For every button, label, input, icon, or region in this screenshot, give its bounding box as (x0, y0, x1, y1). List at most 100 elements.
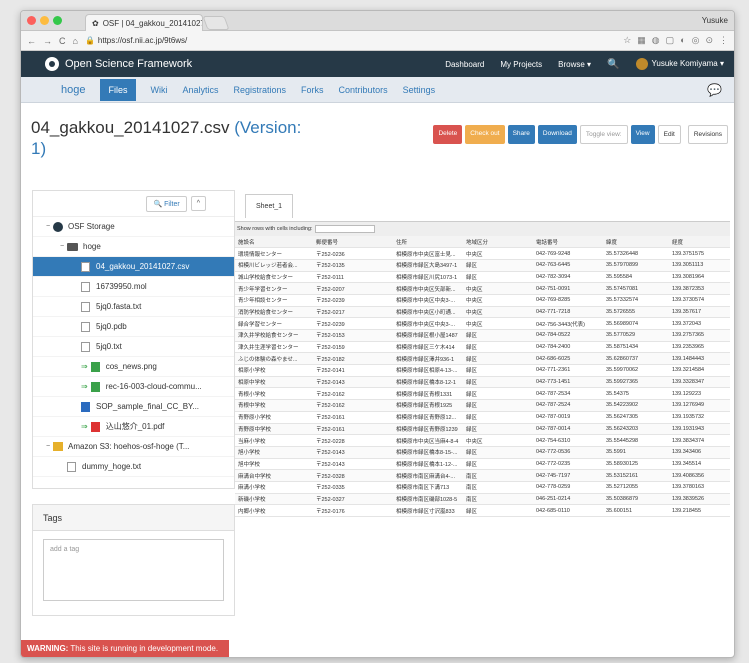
table-cell: 35.5770529 (603, 329, 669, 342)
tree-row[interactable]: dummy_hoge.txt (33, 457, 234, 477)
tab-analytics[interactable]: Analytics (183, 85, 219, 95)
collapse-toggle-icon[interactable]: − (43, 223, 53, 230)
tree-row[interactable]: ⇒ cos_news.png (33, 357, 234, 377)
table-cell: 相模原市緑区橋本8-15-... (393, 446, 463, 459)
download-button[interactable]: Download (537, 125, 577, 144)
table-cell: 042-751-0091 (533, 282, 603, 295)
collapse-toggle-icon[interactable]: − (43, 443, 53, 450)
tree-row[interactable]: ⇒ rec-16-003-cloud-commu... (33, 377, 234, 397)
extension-icon[interactable]: ◐ (680, 35, 685, 46)
column-header[interactable]: 地域区分 (463, 236, 533, 249)
tree-row[interactable]: 5jq0.txt (33, 337, 234, 357)
edit-button[interactable]: Edit (657, 125, 681, 144)
close-window-button[interactable] (27, 16, 36, 25)
warning-strong: WARNING: (27, 644, 69, 653)
collapse-toggle-icon[interactable]: − (57, 243, 67, 250)
tree-row[interactable]: − Amazon S3: hoehos-osf-hoge (T... (33, 437, 234, 457)
checkout-button[interactable]: Check out (465, 125, 505, 144)
filter-button[interactable]: 🔍 Filter (146, 195, 187, 212)
user-menu[interactable]: Yusuke Komiyama ▾ (635, 58, 724, 70)
table-cell: 相模原市緑区橋本1-12-... (393, 458, 463, 471)
tree-row-label: 5jq0.txt (96, 342, 122, 351)
table-cell: 緑区 (463, 387, 533, 401)
nav-browse[interactable]: Browse ▾ (558, 60, 591, 69)
column-header[interactable]: 郵便番号 (313, 236, 393, 249)
share-button[interactable]: Share (507, 125, 535, 144)
extension-icon[interactable]: ◍ (652, 35, 660, 46)
browser-tab[interactable]: ✿ OSF | 04_gakkou_20141027.c × (85, 14, 203, 31)
tab-settings[interactable]: Settings (403, 85, 436, 95)
expand-arrow-icon[interactable]: ⇒ (81, 422, 88, 431)
view-button[interactable]: View (630, 125, 655, 144)
expand-arrow-icon[interactable]: ⇒ (81, 382, 88, 391)
tree-row[interactable]: − hoge (33, 237, 234, 257)
tree-row[interactable]: − OSF Storage (33, 217, 234, 237)
osf-brand[interactable]: Open Science Framework (45, 57, 192, 71)
bookmark-star-icon[interactable]: ☆ (623, 35, 631, 46)
table-cell: 35.62860737 (603, 352, 669, 366)
table-cell: 相模原市中央区小町通... (393, 306, 463, 319)
home-icon[interactable]: ⌂ (73, 36, 78, 46)
column-header[interactable]: 電話番号 (533, 236, 603, 249)
extension-icon[interactable]: ▢ (666, 35, 675, 46)
tree-row[interactable]: 5jq0.fasta.txt (33, 297, 234, 317)
column-header[interactable]: 経度 (669, 236, 730, 249)
tree-row[interactable]: 16739950.mol (33, 277, 234, 297)
reload-icon[interactable]: C (59, 36, 66, 46)
sheet-tab[interactable]: Sheet_1 (245, 194, 294, 218)
table-cell: 中央区 (463, 247, 533, 260)
back-icon[interactable]: ← (27, 36, 36, 46)
extension-icon[interactable]: ⊙ (705, 35, 713, 46)
row-filter-input[interactable] (314, 225, 375, 233)
table-cell: 139.3328347 (669, 376, 730, 389)
revisions-button[interactable]: Revisions (687, 125, 728, 144)
file-tree-toolbar: 🔍 Filter ^ (33, 191, 234, 217)
menu-icon[interactable]: ⋮ (719, 35, 728, 46)
table-cell: 〒252-0327 (313, 493, 393, 506)
expand-arrow-icon[interactable]: ⇒ (81, 362, 88, 371)
tab-contributors[interactable]: Contributors (339, 85, 388, 95)
nav-my-projects[interactable]: My Projects (500, 60, 542, 69)
column-header[interactable]: 緯度 (603, 236, 669, 249)
tag-input[interactable]: add a tag (43, 539, 224, 601)
table-cell: 〒252-0143 (313, 446, 393, 459)
tree-row[interactable]: ⇒ 込山悠介_01.pdf (33, 417, 234, 437)
table-cell: 相模原市緑区青野原1239 (393, 423, 463, 436)
forward-icon[interactable]: → (43, 36, 52, 46)
table-cell: 〒252-0161 (313, 411, 393, 424)
collapse-button[interactable]: ^ (190, 196, 206, 211)
table-cell: 042-787-2534 (533, 387, 603, 401)
tab-forks[interactable]: Forks (301, 85, 324, 95)
table-cell: 042-787-0019 (533, 411, 603, 424)
file-icon (81, 341, 90, 352)
tab-registrations[interactable]: Registrations (234, 85, 287, 95)
storage-icon (53, 221, 63, 232)
spreadsheet: Show rows with cells including: 施設名 郵便番号住… (235, 221, 730, 626)
extension-icon[interactable]: ▦ (637, 35, 646, 46)
search-icon[interactable]: 🔍 (607, 59, 619, 70)
tree-row[interactable]: 5jq0.pdb (33, 317, 234, 337)
extension-icon[interactable]: ◎ (692, 35, 700, 46)
url-field[interactable]: 🔒 https://osf.nii.ac.jp/9t6ws/ (85, 36, 187, 45)
tree-row[interactable]: 04_gakkou_20141027.csv (33, 257, 234, 277)
browser-profile-name[interactable]: Yusuke (702, 16, 728, 25)
tree-row[interactable]: SOP_sample_final_CC_BY... (33, 397, 234, 417)
table-cell: 青少年相談センター (235, 294, 313, 307)
table-cell: 中央区 (463, 434, 533, 447)
table-row: 麻溝小学校 〒252-0335 相模原市南区下溝713 南区 042-778-0259 3… (235, 481, 730, 494)
table-cell: 042-787-2524 (533, 399, 603, 412)
new-tab-button[interactable] (202, 16, 230, 30)
nav-dashboard[interactable]: Dashboard (445, 60, 484, 69)
maximize-window-button[interactable] (53, 16, 62, 25)
comments-icon[interactable]: 💬 (707, 83, 722, 97)
column-header[interactable]: 施設名 (235, 236, 313, 249)
table-cell: 相模原市緑区澤井936-1 (393, 352, 463, 366)
tab-wiki[interactable]: Wiki (151, 85, 168, 95)
osf-nav-links: Dashboard My Projects Browse ▾ 🔍 Yusuke … (445, 58, 724, 70)
table-row: 当麻小学校 〒252-0228 相模原市中央区当麻4-8-4 中央区 042-754-6… (235, 434, 730, 447)
project-title[interactable]: hoge (61, 84, 85, 96)
minimize-window-button[interactable] (40, 16, 49, 25)
column-header[interactable]: 住所 (393, 236, 463, 249)
delete-button[interactable]: Delete (433, 125, 463, 144)
tab-files[interactable]: Files (100, 78, 136, 101)
